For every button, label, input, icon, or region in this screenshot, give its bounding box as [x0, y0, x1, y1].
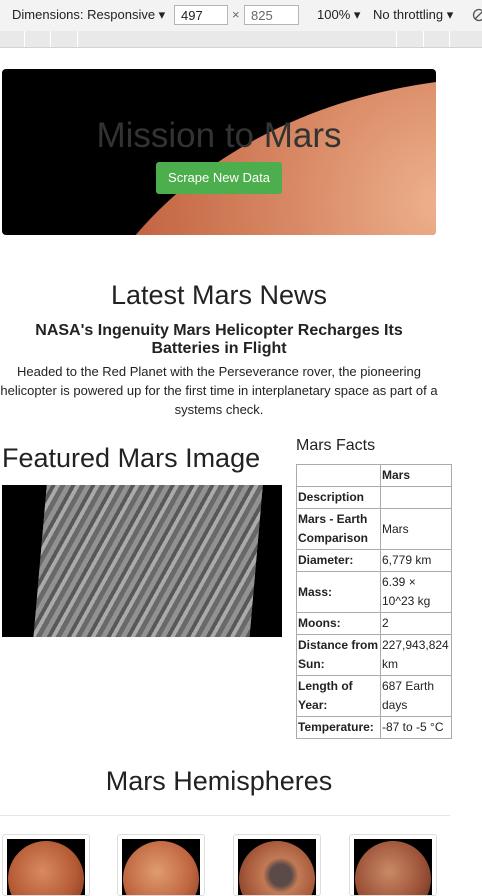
hemispheres-heading: Mars Hemispheres: [0, 766, 438, 797]
hero-title: Mission to Mars: [2, 116, 436, 156]
table-row: Diameter:6,779 km: [297, 550, 452, 572]
fact-value: 6,779 km: [381, 550, 452, 572]
fact-key: Mass:: [297, 572, 381, 613]
section-divider: [0, 815, 450, 816]
mars-facts-heading: Mars Facts: [296, 437, 375, 455]
dimensions-dropdown[interactable]: Dimensions: Responsive ▾: [12, 7, 165, 23]
fact-value: 687 Earth days: [381, 676, 452, 717]
fact-key: Description: [297, 487, 381, 509]
fact-value: [381, 487, 452, 509]
news-heading: Latest Mars News: [0, 280, 438, 311]
fact-key: Diameter:: [297, 550, 381, 572]
devtools-device-toolbar: Dimensions: Responsive ▾ 497 × 825 100% …: [0, 0, 482, 32]
table-row: Mass:6.39 × 10^23 kg: [297, 572, 452, 613]
table-row: Description: [297, 487, 452, 509]
fact-value: 6.39 × 10^23 kg: [381, 572, 452, 613]
mars-planet-image: [62, 77, 436, 235]
news-paragraph: Headed to the Red Planet with the Persev…: [0, 362, 438, 419]
height-input[interactable]: 825: [244, 5, 299, 25]
news-title: NASA's Ingenuity Mars Helicopter Recharg…: [10, 322, 428, 358]
zoom-dropdown[interactable]: 100% ▾: [317, 7, 360, 23]
table-row: Mars - Earth ComparisonMars: [297, 509, 452, 550]
table-header-empty: [297, 465, 381, 487]
fact-key: Distance from Sun:: [297, 635, 381, 676]
times-sign: ×: [232, 7, 240, 22]
fact-value: 227,943,824 km: [381, 635, 452, 676]
scrape-new-data-button[interactable]: Scrape New Data: [156, 162, 282, 194]
mars-facts-table: Mars Description Mars - Earth Comparison…: [296, 464, 452, 739]
table-row: Distance from Sun:227,943,824 km: [297, 635, 452, 676]
table-row: Temperature:-87 to -5 °C: [297, 717, 452, 739]
fact-key: Length of Year:: [297, 676, 381, 717]
width-input[interactable]: 497: [174, 5, 228, 25]
table-header-row: Mars: [297, 465, 452, 487]
dunes-texture: [33, 485, 263, 637]
table-row: Length of Year:687 Earth days: [297, 676, 452, 717]
featured-image-heading: Featured Mars Image: [2, 443, 260, 474]
fact-value: -87 to -5 °C: [381, 717, 452, 739]
fact-value: 2: [381, 613, 452, 635]
rotate-icon[interactable]: [472, 8, 482, 22]
fact-key: Temperature:: [297, 717, 381, 739]
media-query-ruler[interactable]: [0, 31, 482, 48]
table-header-mars: Mars: [381, 465, 452, 487]
featured-mars-image: [2, 485, 282, 637]
fact-key: Mars - Earth Comparison: [297, 509, 381, 550]
hero-jumbotron: Mission to Mars Scrape New Data: [2, 69, 436, 235]
throttling-dropdown[interactable]: No throttling ▾: [373, 7, 453, 23]
fact-value: Mars: [381, 509, 452, 550]
fact-key: Moons:: [297, 613, 381, 635]
table-row: Moons:2: [297, 613, 452, 635]
